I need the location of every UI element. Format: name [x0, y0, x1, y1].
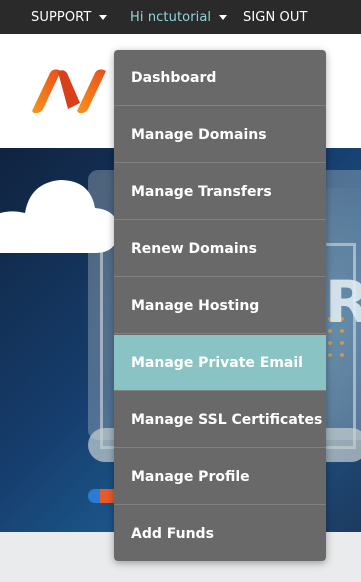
menu-item-label: Manage Transfers — [131, 183, 272, 200]
menu-item-label: Add Funds — [131, 526, 214, 542]
support-menu[interactable]: SUPPORT — [31, 0, 108, 34]
menu-item-label: Manage Private Email — [131, 354, 303, 371]
user-menu[interactable]: Hi nctutorial — [130, 0, 228, 34]
menu-item-dashboard[interactable]: Dashboard — [114, 50, 326, 106]
menu-item-label: Manage Domains — [131, 126, 267, 143]
menu-item-label: Manage Profile — [131, 468, 250, 485]
menu-item-label: Manage Hosting — [131, 297, 260, 314]
menu-item-renew-domains[interactable]: Renew Domains — [114, 221, 326, 277]
user-greeting: Hi nctutorial — [130, 9, 212, 25]
chevron-down-icon — [219, 15, 228, 20]
signout-link[interactable]: SIGN OUT — [243, 0, 308, 34]
support-label: SUPPORT — [31, 9, 92, 25]
menu-item-manage-private-email[interactable]: Manage Private Email — [114, 335, 326, 391]
menu-item-label: Renew Domains — [131, 240, 257, 257]
menu-item-add-funds[interactable]: Add Funds — [114, 506, 326, 561]
namecheap-logo-icon[interactable] — [30, 67, 108, 115]
menu-item-manage-profile[interactable]: Manage Profile — [114, 449, 326, 505]
menu-item-label: Manage SSL Certificates — [131, 411, 323, 428]
signout-label: SIGN OUT — [243, 9, 308, 25]
top-bar: SUPPORT Hi nctutorial SIGN OUT — [0, 0, 361, 34]
menu-item-manage-ssl-certificates[interactable]: Manage SSL Certificates — [114, 392, 326, 448]
account-dropdown-menu: Dashboard Manage Domains Manage Transfer… — [114, 50, 326, 561]
hero-heading-partial: RE — [325, 268, 361, 336]
cloud-icon — [0, 180, 118, 253]
chevron-down-icon — [99, 15, 108, 20]
page: SUPPORT Hi nctutorial SIGN OUT R Dashboa… — [0, 0, 361, 582]
menu-item-manage-transfers[interactable]: Manage Transfers — [114, 164, 326, 220]
menu-item-manage-hosting[interactable]: Manage Hosting — [114, 278, 326, 334]
menu-item-label: Dashboard — [131, 69, 217, 86]
menu-item-manage-domains[interactable]: Manage Domains — [114, 107, 326, 163]
